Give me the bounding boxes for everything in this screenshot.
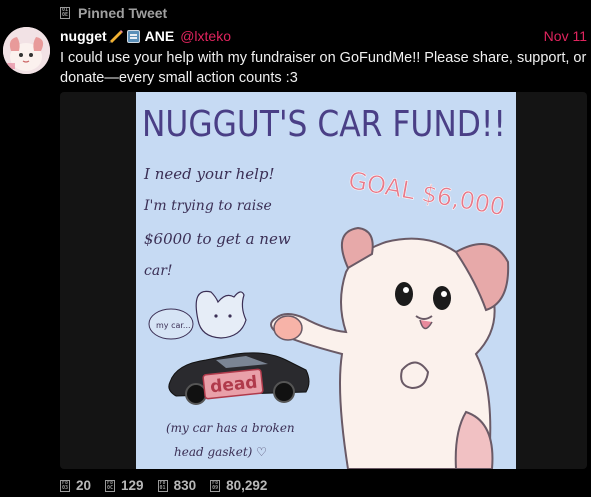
avatar[interactable] <box>3 27 50 74</box>
image-line-2: I'm trying to raise <box>143 198 272 214</box>
reply-icon[interactable]: F8 03 <box>60 479 70 492</box>
fundraiser-image[interactable]: NUGGUT'S CAR FUND!! I need your help! I'… <box>136 92 516 469</box>
views-icon[interactable]: F8 09 <box>210 479 221 492</box>
views-count: 80,292 <box>226 478 268 493</box>
tweet-header: nugget ANE @lxteko Nov 11 <box>60 27 587 45</box>
author-name-suffix: ANE <box>144 28 175 44</box>
speech-bubble-text: my car... <box>156 321 191 330</box>
goal-text: GOAL $6,000 <box>346 166 507 221</box>
reply-stat[interactable]: F8 03 20 <box>60 478 91 493</box>
like-stat[interactable]: F8 01 830 <box>157 478 197 493</box>
pin-icon: 01 0E <box>60 7 70 19</box>
retweet-count: 129 <box>121 478 144 493</box>
views-stat[interactable]: F8 09 80,292 <box>210 478 267 493</box>
tweet-media[interactable]: NUGGUT'S CAR FUND!! I need your help! I'… <box>60 92 587 469</box>
id-card-emoji-icon <box>126 29 140 43</box>
image-line-4: car! <box>144 263 173 279</box>
image-title: NUGGUT'S CAR FUND!! <box>142 104 506 145</box>
caption-line-1: (my car has a broken <box>166 421 295 435</box>
tweet-text: I could use your help with my fundraiser… <box>60 50 587 86</box>
reply-count: 20 <box>76 478 92 493</box>
author-name[interactable]: nugget <box>60 28 107 44</box>
author-handle[interactable]: @lxteko <box>180 28 231 44</box>
pinned-tweet-label: 01 0E Pinned Tweet <box>60 5 167 21</box>
image-line-3: $6000 to get a new <box>144 230 291 248</box>
tweet-stats: F8 03 20 F8 0C 129 F8 01 830 F8 09 80,292 <box>60 478 281 493</box>
like-icon[interactable]: F8 01 <box>157 479 168 492</box>
caption-line-2: head gasket) ♡ <box>174 445 267 459</box>
image-line-1: I need your help! <box>143 165 275 183</box>
tweet-date[interactable]: Nov 11 <box>544 28 587 44</box>
pencil-emoji-icon <box>108 30 123 43</box>
like-count: 830 <box>173 478 197 493</box>
retweet-icon[interactable]: F8 0C <box>105 479 116 492</box>
pinned-text: Pinned Tweet <box>78 5 168 21</box>
dog-character <box>270 226 510 469</box>
retweet-stat[interactable]: F8 0C 129 <box>105 478 144 493</box>
